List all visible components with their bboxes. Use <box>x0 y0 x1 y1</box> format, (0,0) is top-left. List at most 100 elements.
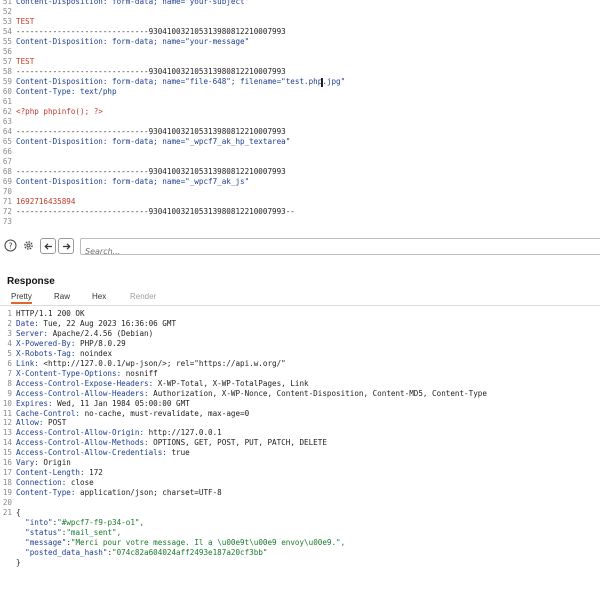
line-number: 59 <box>2 77 12 86</box>
line-number: 61 <box>2 97 12 106</box>
line-number: 62 <box>2 107 12 116</box>
response-code-line: 4 X-Powered-By: PHP/8.0.29 <box>0 338 125 349</box>
question-circle-icon[interactable]: ? <box>3 238 17 253</box>
response-code-line: 6 Link: <http://127.0.0.1/wp-json/>; rel=… <box>0 358 286 369</box>
response-code-line: 18 Connection: close <box>0 478 94 488</box>
request-line-text: .jpg" <box>322 77 346 86</box>
header-name: Allow: <box>16 418 44 428</box>
request-code-line: 61 <box>0 97 16 107</box>
header-value: Origin <box>38 458 71 468</box>
request-line-text: TEST <box>16 17 35 26</box>
request-code-line: 67 <box>0 157 16 167</box>
header-name: Vary: <box>16 458 39 468</box>
request-code-line: 66 <box>0 147 16 157</box>
tab-render[interactable]: Render <box>130 292 156 301</box>
request-code-line: 60 Content-Type: text/php <box>0 87 117 97</box>
request-line-text: Content-Type: text/php <box>16 87 117 96</box>
json-value: "074c82a604024aff2493e187a20cf3bb" <box>112 547 268 557</box>
tab-pretty[interactable]: Pretty <box>11 292 32 304</box>
request-code-line: 57 TEST <box>0 57 34 67</box>
line-number: 18 <box>2 478 12 488</box>
json-value: "Merci pour votre message. Il a \u00e9t\… <box>70 537 346 547</box>
response-code-line: 5 X-Robots-Tag: noindex <box>0 349 112 359</box>
header-value: no-cache, must-revalidate, max-age=0 <box>80 408 250 418</box>
line-number: 70 <box>2 187 12 196</box>
request-line-text: -----------------------------93041003210… <box>16 207 295 216</box>
header-name: Access-Control-Expose-Headers: <box>16 378 154 388</box>
request-code-line: 65 Content-Disposition: form-data; name="… <box>0 137 290 147</box>
json-value: "mail_sent", <box>66 527 122 537</box>
request-code-line: 73 <box>0 217 16 227</box>
request-code-line: 59 Content-Disposition: form-data; name="… <box>0 77 345 87</box>
header-name: Access-Control-Allow-Origin: <box>16 428 145 438</box>
header-name: Connection: <box>16 478 67 488</box>
line-number: 6 <box>7 358 12 368</box>
header-value: Wed, 11 Jan 1984 05:00:00 GMT <box>52 398 190 408</box>
json-value: "#wpcf7-f9-p34-o1", <box>57 517 145 527</box>
json-key: "into" <box>25 517 53 527</box>
line-number: 73 <box>2 217 12 226</box>
request-code-line: 52 <box>0 7 16 17</box>
tab-hex[interactable]: Hex <box>92 292 106 301</box>
response-code-line: } <box>0 558 21 568</box>
header-value: <http://127.0.0.1/wp-json/>; rel="https:… <box>38 358 286 368</box>
request-code-line: 53 TEST <box>0 17 34 27</box>
tab-raw[interactable]: Raw <box>54 292 70 301</box>
back-button[interactable] <box>40 238 56 254</box>
response-code-line: 12 Allow: POST <box>0 418 66 428</box>
header-name: Server: <box>16 328 49 338</box>
response-code-line: 1 HTTP/1.1 200 OK <box>0 309 85 319</box>
header-value: X-WP-Total, X-WP-TotalPages, Link <box>153 378 309 388</box>
header-value: Tue, 22 Aug 2023 16:36:06 GMT <box>38 318 177 328</box>
header-name: X-Robots-Tag: <box>16 348 76 358</box>
header-name: Access-Control-Allow-Credentials: <box>16 448 167 458</box>
response-code-line: 3 Server: Apache/2.4.56 (Debian) <box>0 329 153 339</box>
line-number: 10 <box>2 398 12 408</box>
request-line-text: -----------------------------93041003210… <box>16 67 286 76</box>
line-number: 16 <box>2 458 12 468</box>
line-number: 63 <box>2 117 12 126</box>
response-code-line: "status":"mail_sent", <box>0 528 121 538</box>
json-key: "status" <box>25 527 62 537</box>
response-line-text: HTTP/1.1 200 OK <box>16 309 85 318</box>
search-box[interactable] <box>80 238 600 258</box>
line-number: 71 <box>2 197 12 206</box>
header-value: Authorization, X-WP-Nonce, Content-Dispo… <box>148 388 487 398</box>
gear-icon[interactable] <box>21 238 35 253</box>
line-number: 4 <box>7 338 12 348</box>
line-number: 1 <box>7 309 12 318</box>
request-editor[interactable]: 51 Content-Disposition: form-data; name="… <box>0 0 600 227</box>
request-code-line: 56 <box>0 47 16 57</box>
response-code-line: 9 Access-Control-Allow-Headers: Authoriza… <box>0 389 487 399</box>
forward-button[interactable] <box>58 238 74 254</box>
header-value: application/json; charset=UTF-8 <box>75 488 222 498</box>
header-name: Access-Control-Allow-Headers: <box>16 388 149 398</box>
header-name: Content-Length: <box>16 468 85 478</box>
request-line-text: Content-Disposition: form-data; name="_w… <box>16 137 291 146</box>
header-value: POST <box>43 418 67 428</box>
request-line-text: -----------------------------93041003210… <box>16 127 286 136</box>
request-code-line: 62 <?php phpinfo(); ?> <box>0 107 103 117</box>
response-code-line: 11 Cache-Control: no-cache, must-revalida… <box>0 409 249 419</box>
response-line-text: { <box>16 508 21 517</box>
header-value: 172 <box>84 468 103 478</box>
header-value: http://127.0.0.1 <box>144 428 222 438</box>
search-input[interactable] <box>81 245 593 258</box>
request-line-text: -----------------------------93041003210… <box>16 27 286 36</box>
response-line-text: } <box>16 557 21 567</box>
line-number: 21 <box>2 508 12 517</box>
json-key: "posted_data_hash" <box>25 547 108 557</box>
request-code-line: 63 <box>0 117 16 127</box>
response-code-line: 13 Access-Control-Allow-Origin: http://12… <box>0 428 222 438</box>
response-code-line: 14 Access-Control-Allow-Methods: OPTIONS,… <box>0 438 327 448</box>
request-code-line: 70 <box>0 187 16 197</box>
line-number: 53 <box>2 17 12 26</box>
line-number: 9 <box>7 388 12 398</box>
line-number: 56 <box>2 47 12 56</box>
request-line-text: <?php phpinfo(); ?> <box>16 107 103 116</box>
response-code-line: 16 Vary: Origin <box>0 458 71 468</box>
line-number: 65 <box>2 137 12 146</box>
line-number: 13 <box>2 428 12 438</box>
request-code-line: 72 -----------------------------930410032… <box>0 207 295 217</box>
